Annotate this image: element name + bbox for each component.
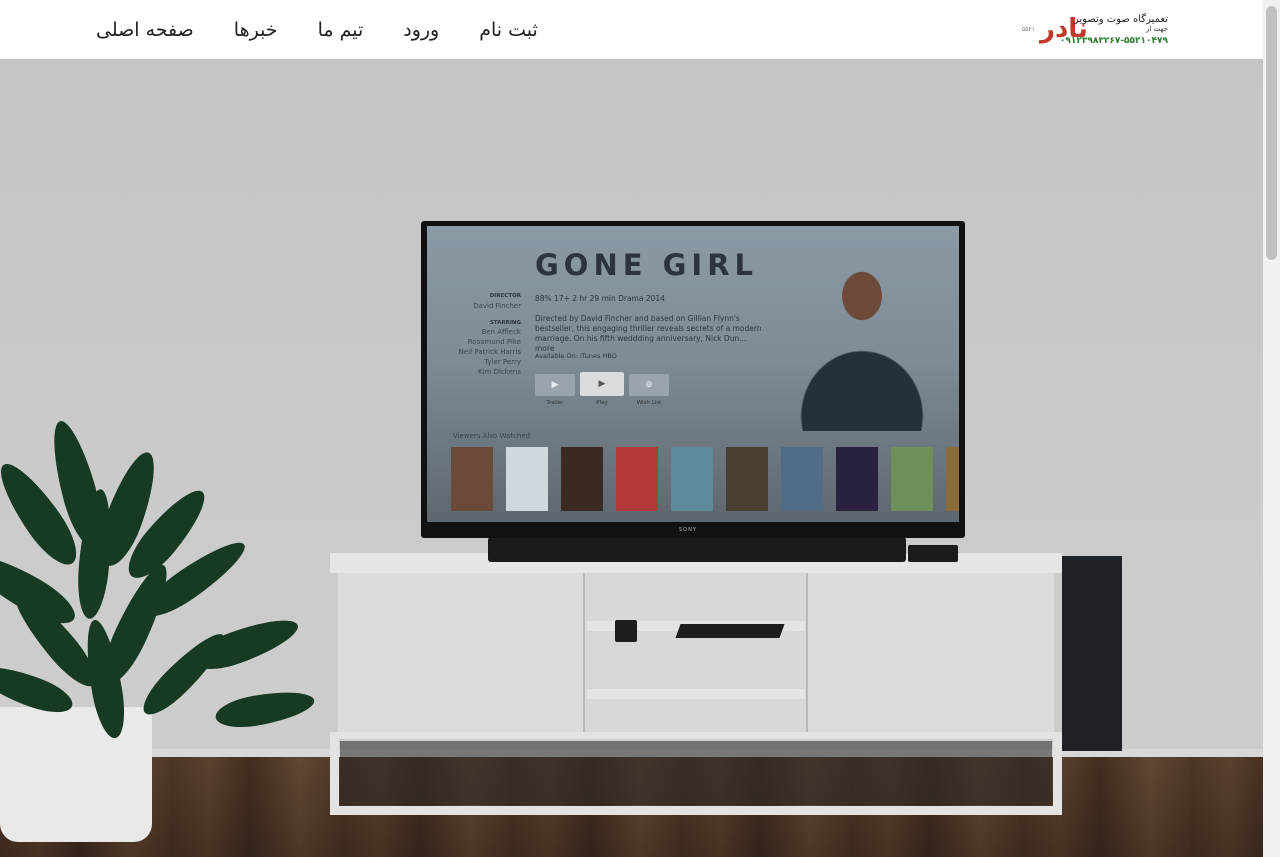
movie-credits: DIRECTOR David Fincher STARRING Ben Affl…	[427, 292, 521, 377]
viewers-heading: Viewers Also Watched	[453, 432, 531, 440]
nav-home-link[interactable]: صفحه اصلی	[96, 19, 194, 41]
plant-leaf	[213, 685, 317, 733]
movie-poster	[671, 447, 713, 511]
movie-availability: Available On: iTunes HBO	[535, 352, 617, 360]
cabinet-left-door	[338, 573, 585, 732]
top-navbar: صفحه اصلی خبرها تیم ما ورود ثبت نام ۵۵۲۱…	[0, 0, 1263, 59]
poster-row	[451, 447, 959, 511]
nav-team-link[interactable]: تیم ما	[318, 19, 364, 41]
page: صفحه اصلی خبرها تیم ما ورود ثبت نام ۵۵۲۱…	[0, 0, 1280, 857]
cabinet-base-frame	[330, 732, 1062, 815]
logo-line1: تعمیرگاه صوت وتصویر	[1073, 14, 1168, 25]
television: GONE GIRL 88% 17+ 2 hr 29 min Drama 2014…	[421, 221, 965, 538]
cast-member: Neil Patrick Harris	[458, 347, 521, 356]
tv-screen: GONE GIRL 88% 17+ 2 hr 29 min Drama 2014…	[427, 226, 959, 522]
tv-button-label: Trailer	[546, 400, 564, 406]
movie-poster	[561, 447, 603, 511]
tv-button-label: Play	[596, 400, 608, 406]
tv-play-icon: ▶	[580, 372, 624, 396]
nav-login-link[interactable]: ورود	[403, 19, 439, 41]
movie-poster	[726, 447, 768, 511]
movie-title: GONE GIRL	[535, 248, 759, 282]
cabinet-shelf-lower	[587, 689, 805, 699]
nav-register-link[interactable]: ثبت نام	[479, 19, 538, 41]
movie-description: Directed by David Fincher and based on G…	[535, 314, 762, 353]
movie-poster	[506, 447, 548, 511]
cast-member: Ben Affleck	[481, 328, 521, 337]
tv-button-labels: Trailer Play Wish List	[535, 400, 669, 406]
set-top-box	[908, 545, 958, 562]
main-nav: صفحه اصلی خبرها تیم ما ورود ثبت نام	[96, 0, 538, 59]
tv-button-label: Wish List	[636, 400, 662, 406]
tv-wishlist-icon: ⊕	[629, 374, 669, 396]
movie-meta: 88% 17+ 2 hr 29 min Drama 2014	[535, 294, 665, 303]
movie-poster	[836, 447, 878, 511]
logo-tiny-text: ۵۵۲۱	[1022, 26, 1035, 33]
plant-pot	[0, 707, 152, 842]
cast-member: Tyler Perry	[484, 357, 521, 366]
logo-phone: ۰۹۱۲۳۹۸۳۲۶۷-۵۵۲۱۰۴۷۹	[1059, 36, 1168, 46]
cabinet-right-door	[806, 573, 1054, 732]
logo-line2: جهت از	[1146, 25, 1168, 33]
tv-trailer-icon: ▶	[535, 374, 575, 396]
floor-speaker	[1062, 556, 1122, 751]
director-heading: DIRECTOR	[489, 293, 521, 299]
hero-image: GONE GIRL 88% 17+ 2 hr 29 min Drama 2014…	[0, 59, 1263, 857]
director-name: David Fincher	[473, 301, 521, 310]
remote-on-shelf	[615, 620, 637, 642]
cast-member: Rosamund Pike	[467, 338, 521, 347]
cast-member: Kim Dickens	[478, 367, 521, 376]
movie-poster	[781, 447, 823, 511]
movie-poster	[451, 447, 493, 511]
tv-brand: SONY	[679, 527, 697, 533]
tablet-on-shelf	[675, 624, 785, 638]
movie-poster	[616, 447, 658, 511]
nav-news-link[interactable]: خبرها	[234, 19, 278, 41]
soundbar	[488, 537, 906, 562]
tv-button-row: ▶ ▶ ⊕	[535, 372, 669, 396]
scrollbar-thumb[interactable]	[1266, 6, 1277, 260]
movie-poster	[946, 447, 959, 511]
tv-man-figure	[767, 256, 957, 431]
starring-heading: STARRING	[489, 319, 521, 326]
site-logo[interactable]: ۵۵۲۱ نادر تعمیرگاه صوت وتصویر جهت از ۰۹۱…	[1022, 12, 1170, 48]
plant-leaf	[135, 625, 233, 723]
movie-poster	[891, 447, 933, 511]
